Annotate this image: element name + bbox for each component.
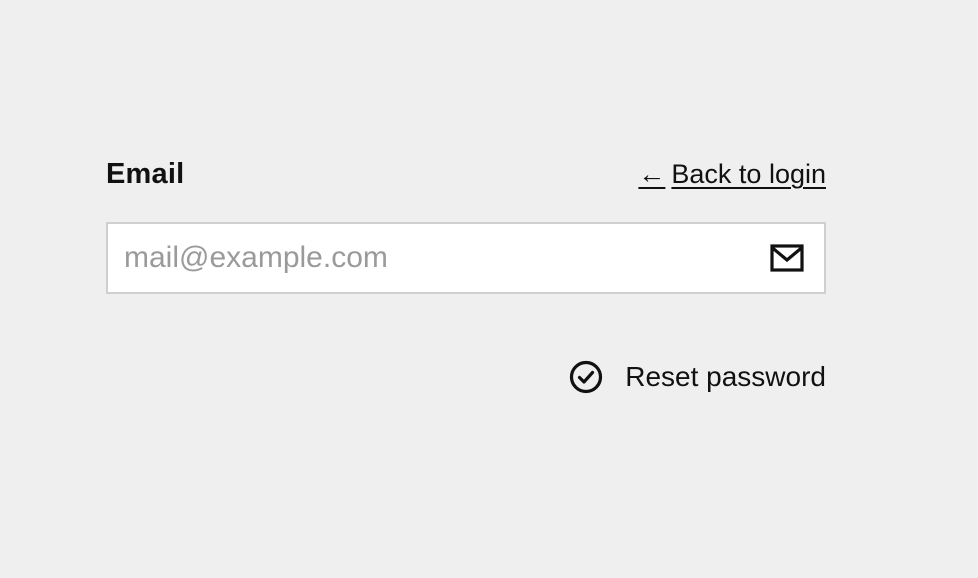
email-label: Email [106, 158, 185, 190]
back-to-login-label: Back to login [671, 159, 826, 189]
back-to-login-link[interactable]: ← Back to login [638, 159, 826, 190]
reset-password-form: Email ← Back to login Reset password [106, 158, 826, 394]
reset-password-button[interactable]: Reset password [569, 360, 826, 394]
reset-password-label: Reset password [625, 361, 826, 392]
envelope-icon [770, 244, 804, 272]
submit-row: Reset password [106, 360, 826, 394]
email-input[interactable] [108, 224, 770, 292]
arrow-left-icon: ← [638, 159, 666, 189]
email-field-wrapper [106, 222, 826, 294]
email-label-row: Email ← Back to login [106, 158, 826, 202]
check-circle-icon [569, 360, 603, 394]
